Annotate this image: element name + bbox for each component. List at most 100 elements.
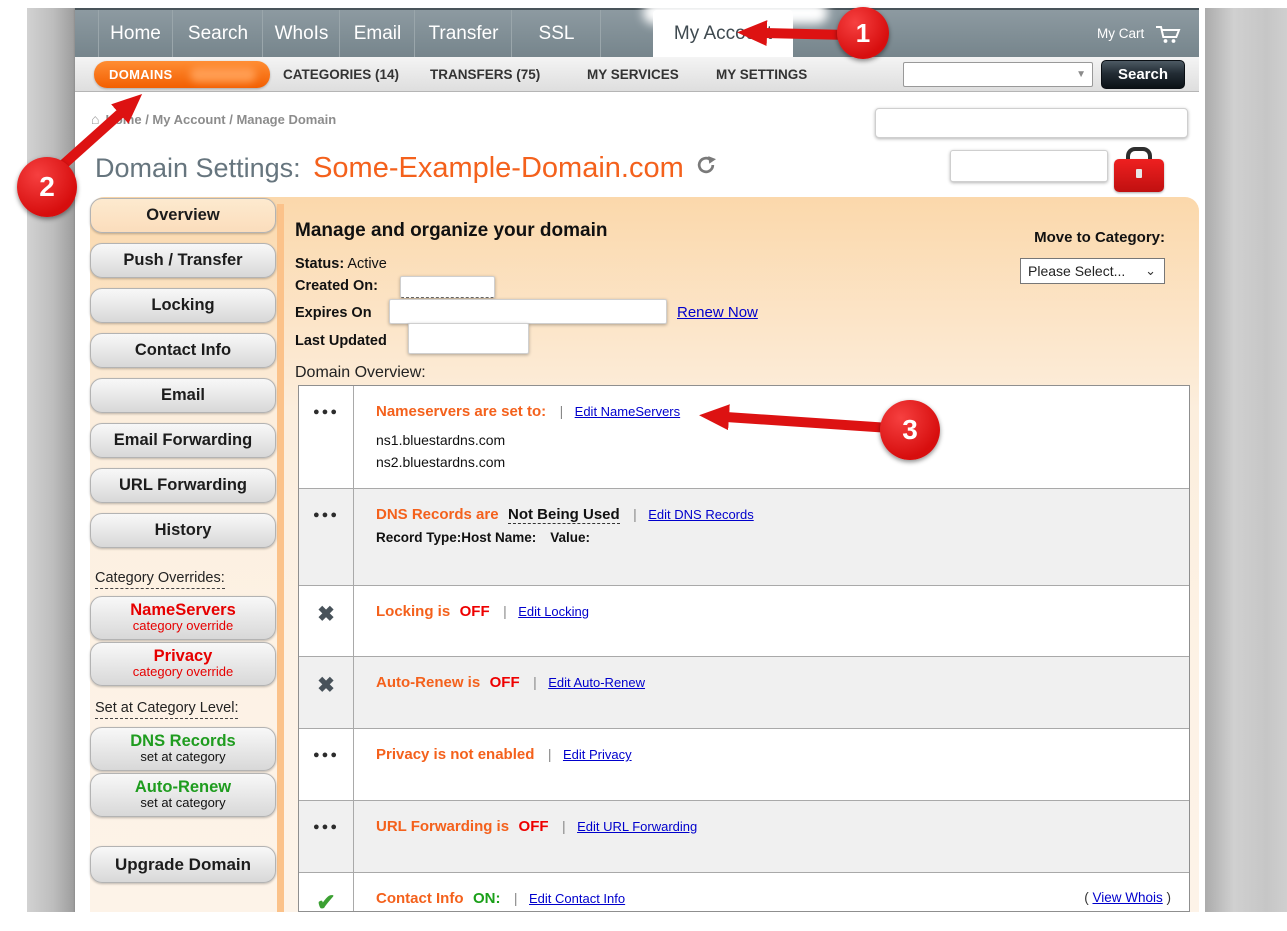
redacted-box xyxy=(875,108,1188,138)
home-icon: ⌂ xyxy=(91,111,99,127)
cart-icon xyxy=(1155,24,1181,44)
status-line: Status: Active xyxy=(295,256,387,272)
subnav-item-domains[interactable]: DOMAINS xyxy=(94,61,270,88)
edit-url-forwarding-link[interactable]: Edit URL Forwarding xyxy=(577,819,697,834)
separator: | xyxy=(560,403,564,419)
edit-privacy-link[interactable]: Edit Privacy xyxy=(563,747,632,762)
row-status: OFF xyxy=(460,603,490,620)
category-level-label: Auto-Renew xyxy=(91,778,275,796)
subnav-domains-label: DOMAINS xyxy=(109,61,173,88)
sidebar-item-nameservers-override[interactable]: NameServers category override xyxy=(90,596,276,640)
sidebar-item-privacy-override[interactable]: Privacy category override xyxy=(90,642,276,686)
domain-search-combobox[interactable]: ▼ xyxy=(903,62,1093,87)
record-headers: Record Type:Host Name:Value: xyxy=(376,530,1175,545)
row-title: DNS Records are xyxy=(376,506,499,523)
breadcrumb-path[interactable]: Home / My Account / Manage Domain xyxy=(105,112,336,127)
tab-my-account[interactable]: My Account xyxy=(653,10,793,59)
expires-line: Expires On xyxy=(295,305,372,321)
tab-whois[interactable]: WhoIs xyxy=(264,10,340,59)
category-level-heading: Set at Category Level: xyxy=(95,700,238,716)
sidebar-item-email-forwarding[interactable]: Email Forwarding xyxy=(90,423,276,458)
subnav-item-my-settings[interactable]: MY SETTINGS xyxy=(716,57,807,92)
edit-contact-info-link[interactable]: Edit Contact Info xyxy=(529,891,625,906)
sub-nav: DOMAINS CATEGORIES (14) TRANSFERS (75) M… xyxy=(75,57,1199,92)
view-whois-link[interactable]: View Whois xyxy=(1092,890,1162,905)
sidebar-item-locking[interactable]: Locking xyxy=(90,288,276,323)
x-icon: ✖ xyxy=(299,657,354,728)
row-status: ON: xyxy=(473,890,501,907)
move-to-category-label: Move to Category: xyxy=(1020,229,1165,246)
window-margin-left xyxy=(27,8,75,912)
updated-label: Last Updated xyxy=(295,333,387,349)
table-row-nameservers: ●●● Nameservers are set to: | Edit NameS… xyxy=(299,386,1189,488)
sidebar-item-email[interactable]: Email xyxy=(90,378,276,413)
redacted-date xyxy=(408,323,529,354)
status-value: Active xyxy=(347,256,387,272)
refresh-icon[interactable] xyxy=(696,162,716,179)
page-title-label: Domain Settings: xyxy=(95,153,301,183)
ellipsis-icon: ●●● xyxy=(299,729,354,800)
sidebar-item-url-forwarding[interactable]: URL Forwarding xyxy=(90,468,276,503)
callout-badge-1: 1 xyxy=(837,7,889,59)
row-title: URL Forwarding is xyxy=(376,818,509,835)
nameserver-value: ns1.bluestardns.com xyxy=(376,429,1175,451)
my-cart[interactable]: My Cart xyxy=(1097,10,1181,59)
toolbox-clasp xyxy=(1136,169,1142,178)
redacted-date xyxy=(400,276,495,298)
domain-overview-label: Domain Overview: xyxy=(295,364,426,382)
redacted-date xyxy=(389,299,667,324)
sidebar-item-history[interactable]: History xyxy=(90,513,276,548)
search-button[interactable]: Search xyxy=(1101,60,1185,89)
edit-auto-renew-link[interactable]: Edit Auto-Renew xyxy=(548,675,645,690)
sidebar-item-auto-renew-category[interactable]: Auto-Renew set at category xyxy=(90,773,276,817)
ellipsis-icon: ●●● xyxy=(299,386,354,488)
callout-badge-2: 2 xyxy=(17,157,77,217)
select-chevron-icon: ⌄ xyxy=(1145,259,1156,283)
window-margin-right xyxy=(1205,8,1287,912)
edit-dns-records-link[interactable]: Edit DNS Records xyxy=(648,507,753,522)
edit-nameservers-link[interactable]: Edit NameServers xyxy=(575,404,680,419)
renew-now-link[interactable]: Renew Now xyxy=(677,304,758,321)
edit-locking-link[interactable]: Edit Locking xyxy=(518,604,589,619)
table-row-url-forwarding: ●●● URL Forwarding is OFF | Edit URL For… xyxy=(299,800,1189,872)
tab-ssl[interactable]: SSL xyxy=(513,10,601,59)
sidebar-item-contact-info[interactable]: Contact Info xyxy=(90,333,276,368)
ellipsis-icon: ●●● xyxy=(299,801,354,872)
tab-home[interactable]: Home xyxy=(98,10,173,59)
sidebar-item-dns-records-category[interactable]: DNS Records set at category xyxy=(90,727,276,771)
toolbox-icon[interactable] xyxy=(1114,147,1164,193)
created-line: Created On: xyxy=(295,278,378,294)
row-title: Nameservers are set to: xyxy=(376,403,546,420)
breadcrumb[interactable]: ⌂ Home / My Account / Manage Domain xyxy=(91,111,336,127)
tab-search[interactable]: Search xyxy=(174,10,263,59)
combobox-caret-icon[interactable]: ▼ xyxy=(1076,69,1086,80)
separator: | xyxy=(562,818,566,834)
created-label: Created On: xyxy=(295,278,378,294)
page: Home Search WhoIs Email Transfer SSL My … xyxy=(0,0,1287,931)
separator: | xyxy=(548,746,552,762)
my-cart-label: My Cart xyxy=(1097,26,1144,41)
sidebar-item-overview[interactable]: Overview xyxy=(90,198,276,233)
move-to-category-select[interactable]: Please Select... ⌄ xyxy=(1020,258,1165,284)
override-label: NameServers xyxy=(91,601,275,619)
sidebar-divider xyxy=(277,204,284,912)
table-row-auto-renew: ✖ Auto-Renew is OFF | Edit Auto-Renew xyxy=(299,656,1189,728)
subnav-item-categories[interactable]: CATEGORIES (14) xyxy=(283,57,399,92)
site-content: Home Search WhoIs Email Transfer SSL My … xyxy=(75,8,1199,912)
tab-email[interactable]: Email xyxy=(341,10,415,59)
row-title: Locking is xyxy=(376,603,450,620)
callout-badge-3: 3 xyxy=(880,400,940,460)
table-row-dns-records: ●●● DNS Records are Not Being Used | Edi… xyxy=(299,488,1189,585)
upgrade-domain-button[interactable]: Upgrade Domain xyxy=(90,846,276,883)
domain-search-input[interactable] xyxy=(906,64,1066,85)
subnav-item-transfers[interactable]: TRANSFERS (75) xyxy=(430,57,540,92)
redacted-box xyxy=(950,150,1108,182)
sidebar-item-push-transfer[interactable]: Push / Transfer xyxy=(90,243,276,278)
tab-transfer[interactable]: Transfer xyxy=(416,10,512,59)
table-row-privacy: ●●● Privacy is not enabled | Edit Privac… xyxy=(299,728,1189,800)
ellipsis-icon: ●●● xyxy=(299,489,354,585)
override-sublabel: category override xyxy=(91,665,275,679)
separator: | xyxy=(633,506,637,522)
expires-label: Expires On xyxy=(295,305,372,321)
subnav-item-my-services[interactable]: MY SERVICES xyxy=(587,57,679,92)
